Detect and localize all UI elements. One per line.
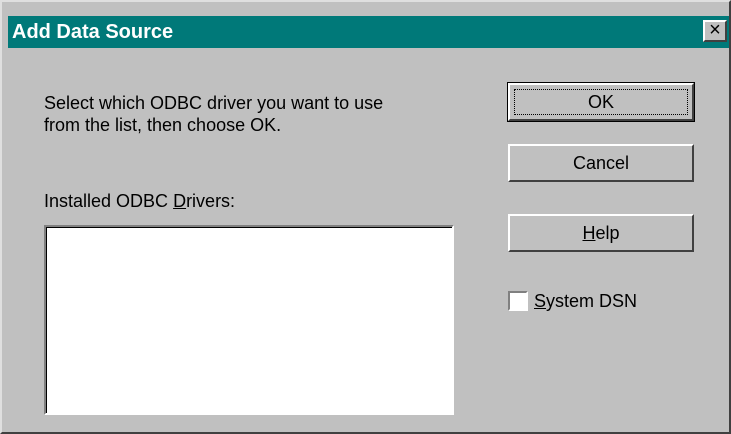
window-title: Add Data Source <box>12 21 174 43</box>
close-button[interactable]: × <box>703 20 727 42</box>
ok-button[interactable]: OK <box>507 82 695 122</box>
cancel-button-label: Cancel <box>572 153 630 173</box>
help-button-label: Help <box>582 223 619 243</box>
system-dsn-checkbox[interactable] <box>508 291 528 311</box>
drivers-label-prefix: Installed ODBC <box>44 191 174 211</box>
drivers-label-accelerator: D <box>173 191 187 211</box>
drivers-list-label: Installed ODBC Drivers: <box>44 191 235 212</box>
add-data-source-dialog: Add Data Source × Select which ODBC driv… <box>0 0 731 434</box>
drivers-label-suffix: rivers: <box>186 191 236 211</box>
close-icon: × <box>709 19 721 41</box>
ok-button-label: OK <box>587 92 614 112</box>
instruction-line-1: Select which ODBC driver you want to use <box>44 93 384 113</box>
system-dsn-label[interactable]: System DSN <box>534 289 637 313</box>
instruction-text: Select which ODBC driver you want to use… <box>44 92 474 136</box>
help-button[interactable]: Help <box>508 214 694 252</box>
help-label-rest: elp <box>595 223 620 243</box>
system-dsn-label-rest: ystem DSN <box>546 291 638 311</box>
instruction-line-2: from the list, then choose OK. <box>44 115 282 135</box>
title-bar[interactable]: Add Data Source × <box>8 16 729 48</box>
installed-drivers-listbox[interactable] <box>44 225 454 415</box>
help-accelerator: H <box>582 223 596 243</box>
cancel-button[interactable]: Cancel <box>508 144 694 182</box>
system-dsn-accelerator: S <box>534 291 547 311</box>
